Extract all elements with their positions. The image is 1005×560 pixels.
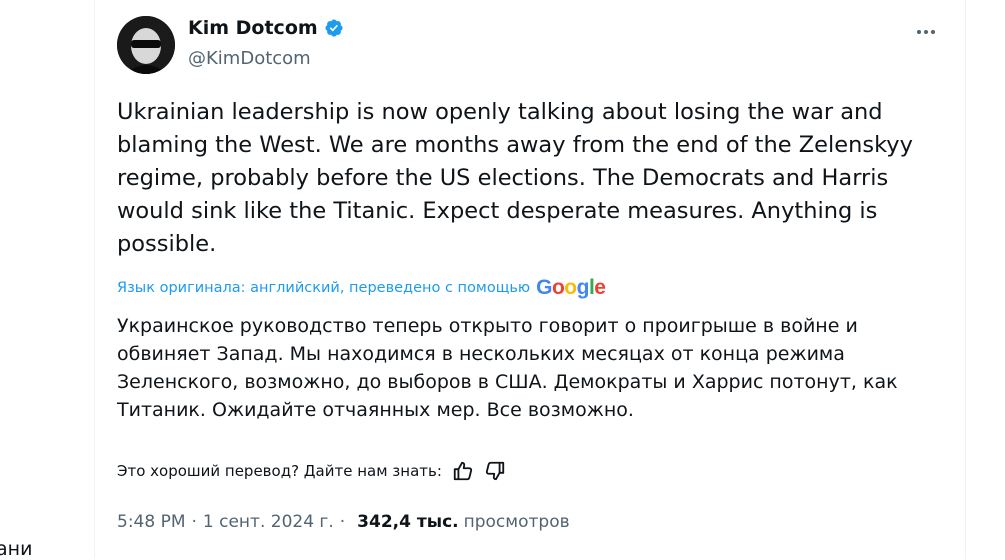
- tweet-meta: 5:48 PM · 1 сент. 2024 г. · 342,4 тыс. п…: [117, 512, 570, 532]
- more-options-icon[interactable]: [917, 30, 935, 34]
- thumbs-up-icon[interactable]: [452, 460, 474, 482]
- views-count: 342,4 тыс.: [357, 512, 459, 532]
- author-name[interactable]: Kim Dotcom: [188, 17, 318, 39]
- translated-text: Украинское руководство теперь открыто го…: [117, 315, 898, 421]
- tweet-date[interactable]: 1 сент. 2024 г.: [203, 512, 334, 532]
- views-label: просмотров: [463, 512, 570, 532]
- thumbs-down-icon[interactable]: [484, 460, 506, 482]
- cut-off-text: ани: [0, 538, 33, 560]
- tweet-time[interactable]: 5:48 PM: [117, 512, 186, 532]
- author-name-row[interactable]: Kim Dotcom: [188, 17, 344, 39]
- translation-note-row: Язык оригинала: английский, переведено с…: [117, 276, 606, 300]
- feedback-question: Это хороший перевод? Дайте нам знать:: [117, 462, 442, 480]
- separator: ·: [339, 512, 346, 532]
- separator: ·: [191, 512, 197, 532]
- avatar[interactable]: [117, 16, 175, 74]
- verified-badge-icon: [325, 19, 343, 37]
- translation-note[interactable]: Язык оригинала: английский, переведено с…: [117, 280, 530, 296]
- translation-feedback: Это хороший перевод? Дайте нам знать:: [117, 460, 506, 482]
- google-logo: Google: [536, 276, 606, 299]
- tweet-text: Ukrainian leadership is now openly talki…: [117, 99, 913, 257]
- author-handle[interactable]: @KimDotcom: [188, 48, 311, 69]
